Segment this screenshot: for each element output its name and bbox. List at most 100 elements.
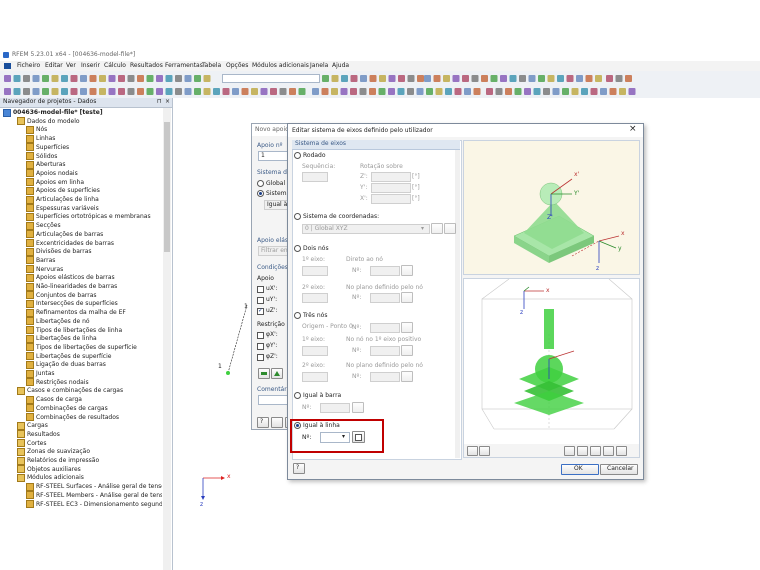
view3d-btn-2[interactable] xyxy=(479,446,490,456)
toolbar-button-icon[interactable] xyxy=(241,88,249,95)
bg-phiy-checkbox[interactable] xyxy=(257,343,264,350)
toolbar-button-icon[interactable] xyxy=(4,75,11,82)
toolbar-button-icon[interactable] xyxy=(61,88,68,95)
tree-item[interactable]: Casos de carga xyxy=(26,395,82,404)
opt-sistema-coord-radio[interactable] xyxy=(294,213,301,220)
tres-eixo1-select[interactable] xyxy=(302,346,328,356)
toolbar-button-icon[interactable] xyxy=(194,75,201,82)
toolbar-button-icon[interactable] xyxy=(32,75,40,82)
menu-ver[interactable]: Ver xyxy=(66,62,76,70)
toolbar-button-icon[interactable] xyxy=(213,88,220,95)
menu-calculo[interactable]: Cálculo xyxy=(104,62,126,70)
toolbar-button-icon[interactable] xyxy=(407,75,415,82)
dois-eixo1-select[interactable] xyxy=(302,266,328,276)
toolbar-button-icon[interactable] xyxy=(260,88,268,95)
toolbar-button-icon[interactable] xyxy=(464,88,471,95)
toolbar-button-icon[interactable] xyxy=(222,88,230,95)
toolbar-button-icon[interactable] xyxy=(127,75,135,82)
toolbar-button-icon[interactable] xyxy=(590,88,598,95)
tree-item[interactable]: Articulações de barras xyxy=(26,230,103,239)
menu-app-icon[interactable] xyxy=(4,63,11,69)
tres-n2-select[interactable] xyxy=(370,372,400,382)
tree-item[interactable]: RF-STEEL Members - Análise geral de tens… xyxy=(26,491,162,500)
view3d-btn-3[interactable] xyxy=(564,446,575,456)
sistema-coord-pick-button[interactable] xyxy=(431,223,443,234)
tree-item[interactable]: Nervuras xyxy=(26,265,63,274)
opt-igual-linha-radio[interactable] xyxy=(294,422,301,429)
toolbar-button-icon[interactable] xyxy=(70,75,78,82)
dialog-left-scrollbar[interactable] xyxy=(455,150,460,458)
tree-item[interactable]: Superfícies ortotrópicas e membranas xyxy=(26,212,151,221)
toolbar-button-icon[interactable] xyxy=(194,88,201,95)
toolbar-button-icon[interactable] xyxy=(232,88,239,95)
toolbar-button-icon[interactable] xyxy=(270,88,277,95)
opt-dois-nos-radio[interactable] xyxy=(294,245,301,252)
toolbar-button-icon[interactable] xyxy=(118,88,125,95)
tree-item[interactable]: RF-STEEL EC3 - Dimensionamento segundo o… xyxy=(26,500,162,509)
toolbar-button-icon[interactable] xyxy=(312,88,319,95)
toolbar-button-icon[interactable] xyxy=(505,88,512,95)
toolbar-button-icon[interactable] xyxy=(519,75,526,82)
menu-janela[interactable]: Janela xyxy=(310,62,328,70)
tree-item[interactable]: Divisões de barras xyxy=(26,247,92,256)
navigator-scrollbar[interactable] xyxy=(163,108,171,570)
bg-phiz-checkbox[interactable] xyxy=(257,354,264,361)
toolbar-button-icon[interactable] xyxy=(32,88,40,95)
bg-opt-sistema-radio[interactable] xyxy=(257,190,264,197)
toolbar-button-icon[interactable] xyxy=(609,88,617,95)
menu-modulos[interactable]: Módulos adicionais xyxy=(252,62,309,70)
bg-uy-checkbox[interactable] xyxy=(257,297,264,304)
toolbar-button-icon[interactable] xyxy=(99,75,106,82)
tree-item[interactable]: Refinamentos da malha de EF xyxy=(26,308,126,317)
toolbar-button-icon[interactable] xyxy=(146,75,154,82)
toolbar-button-icon[interactable] xyxy=(433,75,441,82)
menu-ferramentas[interactable]: Ferramentas xyxy=(165,62,203,70)
toolbar-button-icon[interactable] xyxy=(156,88,163,95)
toolbar-button-icon[interactable] xyxy=(595,75,602,82)
bg-edit-button[interactable] xyxy=(271,417,283,428)
tree-item[interactable]: Articulações de linha xyxy=(26,195,99,204)
toolbar-button-icon[interactable] xyxy=(118,75,125,82)
toolbar-button-icon[interactable] xyxy=(80,75,87,82)
dois-n1-select[interactable] xyxy=(370,266,400,276)
dois-eixo2-select[interactable] xyxy=(302,293,328,303)
toolbar-button-icon[interactable] xyxy=(322,75,329,82)
toolbar-button-icon[interactable] xyxy=(524,88,531,95)
view3d-btn-1[interactable] xyxy=(467,446,478,456)
igual-barra-pick-button[interactable] xyxy=(352,402,364,413)
toolbar-button-icon[interactable] xyxy=(462,75,469,82)
toolbar-button-icon[interactable] xyxy=(13,75,21,82)
toolbar-button-icon[interactable] xyxy=(184,75,192,82)
preview-3d-view[interactable]: x z xyxy=(463,278,640,458)
tree-item[interactable]: Módulos adicionais xyxy=(17,473,84,482)
toolbar-button-icon[interactable] xyxy=(490,75,498,82)
menu-resultados[interactable]: Resultados xyxy=(130,62,163,70)
toolbar-button-icon[interactable] xyxy=(566,75,574,82)
toolbar-button-icon[interactable] xyxy=(378,88,386,95)
toolbar-button-icon[interactable] xyxy=(350,88,357,95)
toolbar-button-icon[interactable] xyxy=(443,75,450,82)
toolbar-button-icon[interactable] xyxy=(321,88,329,95)
pin-icon[interactable]: ⊓ xyxy=(157,98,162,106)
toolbar-button-icon[interactable] xyxy=(279,88,287,95)
tres-n0-pick-button[interactable] xyxy=(401,322,413,333)
toolbar-button-icon[interactable] xyxy=(127,88,135,95)
toolbar-button-icon[interactable] xyxy=(379,75,386,82)
toolbar-button-icon[interactable] xyxy=(495,88,503,95)
toolbar-button-icon[interactable] xyxy=(471,75,479,82)
tree-item[interactable]: Nós xyxy=(26,125,47,134)
toolbar-button-icon[interactable] xyxy=(108,75,116,82)
toolbar-button-icon[interactable] xyxy=(407,88,414,95)
toolbar-button-icon[interactable] xyxy=(350,75,358,82)
tree-item[interactable]: Apoios nodais xyxy=(26,169,78,178)
tree-item[interactable]: Resultados xyxy=(17,430,60,439)
tree-item[interactable]: Zonas de suavização xyxy=(17,447,90,456)
toolbar-button-icon[interactable] xyxy=(23,88,30,95)
view3d-btn-5[interactable] xyxy=(590,446,601,456)
toolbar-button-icon[interactable] xyxy=(500,75,507,82)
tree-item[interactable]: Apoios de superfícies xyxy=(26,186,100,195)
toolbar-button-icon[interactable] xyxy=(137,88,144,95)
toolbar-button-icon[interactable] xyxy=(557,75,564,82)
toolbar-button-icon[interactable] xyxy=(600,88,607,95)
toolbar-button-icon[interactable] xyxy=(165,75,173,82)
